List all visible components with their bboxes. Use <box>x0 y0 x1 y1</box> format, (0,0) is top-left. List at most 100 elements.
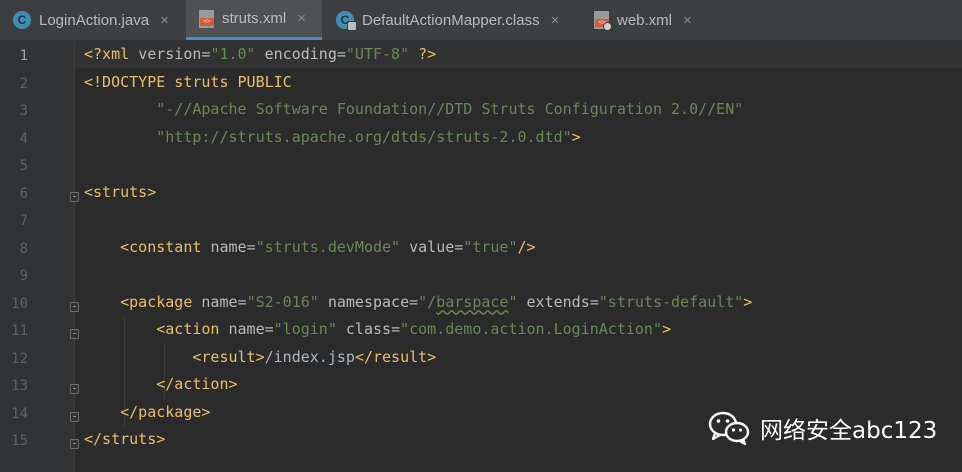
code-token: "http://struts.apache.org/dtds/struts-2.… <box>156 127 572 146</box>
watermark-text: 网络安全abc123 <box>760 418 938 444</box>
code-token: /> <box>517 237 536 256</box>
code-line[interactable]: <!DOCTYPE struts PUBLIC <box>84 69 292 96</box>
code-token: = <box>264 320 274 338</box>
code-token: <struts> <box>84 182 157 201</box>
line-number-gutter[interactable]: 1 2 3 4 5 6 7 8 9 10 11 12 13 14 15 <box>0 41 74 472</box>
xml-file-icon: <> <box>199 9 214 28</box>
close-icon[interactable]: × <box>160 12 169 29</box>
tab-label: struts.xml <box>222 10 287 27</box>
line-number: 6 <box>19 185 28 202</box>
code-token: </action> <box>156 375 238 393</box>
code-token: version <box>138 45 202 63</box>
line-number: 9 <box>19 268 28 284</box>
code-line[interactable]: <action name="login" class="com.demo.act… <box>84 316 671 343</box>
gutter-separator <box>74 41 75 472</box>
code-token: </package> <box>120 402 211 421</box>
fold-marker-icon[interactable] <box>70 439 79 449</box>
wechat-logo-icon <box>708 411 750 445</box>
code-line[interactable]: <package name="S2-016" namespace="/barsp… <box>84 289 752 316</box>
tab-struts-xml[interactable]: <> struts.xml × <box>186 0 322 40</box>
fold-marker-icon[interactable] <box>70 411 79 422</box>
code-line[interactable]: </package> <box>84 399 210 426</box>
code-token: = <box>237 292 247 311</box>
code-token: </result> <box>354 347 437 366</box>
code-line[interactable]: "-//Apache Software Foundation//DTD Stru… <box>84 96 743 123</box>
code-token: encoding <box>264 45 337 63</box>
web-xml-file-icon: <> <box>594 11 612 31</box>
code-token: "1.0" <box>210 45 256 63</box>
code-token: = <box>454 237 464 256</box>
line-number: 11 <box>11 323 28 339</box>
code-token: <!DOCTYPE struts PUBLIC <box>84 72 292 91</box>
code-line[interactable]: <result>/index.jsp</result> <box>84 344 436 371</box>
code-token: "struts.devMode" <box>255 237 401 256</box>
tab-default-action-mapper-class[interactable]: DefaultActionMapper.class × <box>323 0 580 40</box>
code-token: "struts-default" <box>598 292 744 311</box>
code-token: "com.demo.action.LoginAction" <box>400 320 662 338</box>
code-token: <constant <box>120 237 211 256</box>
code-token: name <box>201 292 238 311</box>
code-token: namespace <box>327 292 410 311</box>
watermark: 网络安全abc123 <box>708 405 937 451</box>
code-token: "UTF-8" <box>345 45 410 63</box>
code-line[interactable]: "http://struts.apache.org/dtds/struts-2.… <box>84 124 581 151</box>
code-line[interactable]: <?xml version="1.0" encoding="UTF-8" ?> <box>84 41 436 68</box>
code-line[interactable]: </action> <box>84 371 238 398</box>
tab-label: web.xml <box>617 11 673 29</box>
code-token: > <box>571 127 581 146</box>
code-token: name <box>210 237 247 256</box>
fold-marker-icon[interactable] <box>70 384 79 394</box>
code-token: = <box>589 292 599 311</box>
tab-web-xml[interactable]: <> web.xml × <box>581 0 701 40</box>
close-icon[interactable]: × <box>551 12 560 29</box>
code-token: "-//Apache Software Foundation//DTD Stru… <box>156 100 744 118</box>
code-token: <?xml <box>84 45 139 63</box>
line-number: 15 <box>11 433 28 449</box>
fold-marker-icon[interactable] <box>70 329 79 339</box>
code-token: " <box>508 292 518 311</box>
code-token: "login" <box>273 320 337 338</box>
editor-tab-bar: LoginAction.java × <> struts.xml × Defau… <box>0 0 962 41</box>
code-token: = <box>391 320 401 338</box>
close-icon[interactable]: × <box>683 12 692 29</box>
line-number: 4 <box>19 130 28 147</box>
line-number: 5 <box>19 158 28 174</box>
line-number: 14 <box>11 405 28 422</box>
close-icon[interactable]: × <box>297 10 306 27</box>
tab-login-action-java[interactable]: LoginAction.java × <box>0 0 185 40</box>
line-number: 3 <box>19 103 28 119</box>
code-token: = <box>409 292 419 311</box>
code-line[interactable]: <struts> <box>84 179 156 206</box>
code-line[interactable]: <constant name="struts.devMode" value="t… <box>84 234 536 261</box>
fold-marker-icon[interactable] <box>70 191 79 202</box>
line-number: 7 <box>19 213 28 229</box>
code-token: ?> <box>418 45 437 63</box>
fold-marker-icon[interactable] <box>70 301 79 312</box>
code-token: "true" <box>463 237 518 256</box>
line-number: 1 <box>19 48 28 64</box>
code-token: "S2-016" <box>246 292 319 311</box>
code-token: = <box>246 237 256 256</box>
code-line[interactable]: </struts> <box>84 426 165 453</box>
code-token: > <box>662 320 672 338</box>
compiled-class-icon <box>336 11 357 31</box>
code-token: <result> <box>192 347 265 366</box>
line-number: 8 <box>19 240 28 257</box>
code-token: value <box>409 237 455 256</box>
line-number: 13 <box>11 378 28 394</box>
tab-label: DefaultActionMapper.class <box>362 11 540 29</box>
line-number: 10 <box>11 295 28 312</box>
code-token: barspace <box>436 292 509 311</box>
